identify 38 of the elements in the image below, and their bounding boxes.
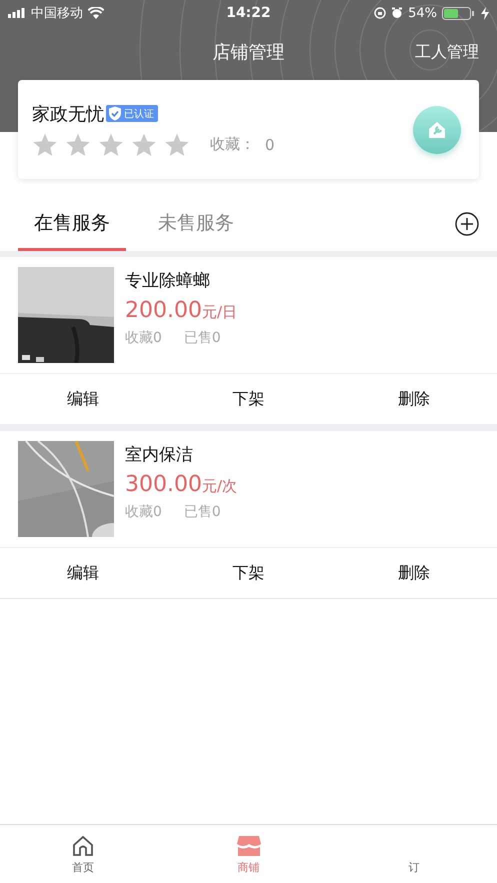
action-button[interactable]: 下架 [166, 548, 332, 598]
action-button[interactable]: 删除 [331, 548, 497, 598]
action-button[interactable]: 删除 [331, 374, 497, 424]
sold-count: 已售0 [184, 503, 221, 521]
service-price: 200.00 [125, 298, 202, 323]
sold-count: 已售0 [184, 329, 221, 347]
tab[interactable]: 在售服务 [18, 205, 126, 251]
rotation-lock-icon [374, 7, 386, 19]
add-icon[interactable] [455, 212, 479, 236]
price-unit: 元/日 [202, 303, 238, 322]
charging-icon [480, 6, 489, 20]
clock-time: 14:22 [226, 5, 271, 21]
action-button[interactable]: 编辑 [0, 548, 166, 598]
battery-icon [442, 6, 476, 20]
service-title: 室内保洁 [125, 444, 194, 466]
home-icon [70, 834, 95, 858]
tab-bar-item[interactable]: 订 [331, 825, 497, 883]
shop-icon [236, 834, 262, 858]
wifi-icon [88, 7, 104, 19]
battery-percent: 54% [408, 6, 437, 20]
favorites-label: 收藏： [210, 135, 255, 154]
favorites-count: 0 [265, 136, 275, 154]
service-title: 专业除蟑螂 [125, 270, 211, 292]
action-button[interactable]: 编辑 [0, 374, 166, 424]
price-unit: 元/次 [202, 477, 238, 496]
favorites-count: 收藏0 [125, 503, 162, 521]
signal-icon [8, 8, 26, 18]
favorites-count: 收藏0 [125, 329, 162, 347]
worker-management-link[interactable]: 工人管理 [415, 42, 479, 62]
alarm-icon [391, 7, 404, 19]
action-button[interactable]: 下架 [166, 374, 332, 424]
verified-badge: 已认证 [106, 105, 158, 122]
service-price: 300.00 [125, 472, 202, 497]
shop-name: 家政无忧 [32, 102, 104, 126]
carrier-name: 中国移动 [31, 5, 83, 22]
page-title: 店铺管理 [212, 41, 284, 64]
tab[interactable]: 未售服务 [158, 205, 234, 251]
tab-bar-item[interactable]: 首页 [0, 825, 166, 883]
